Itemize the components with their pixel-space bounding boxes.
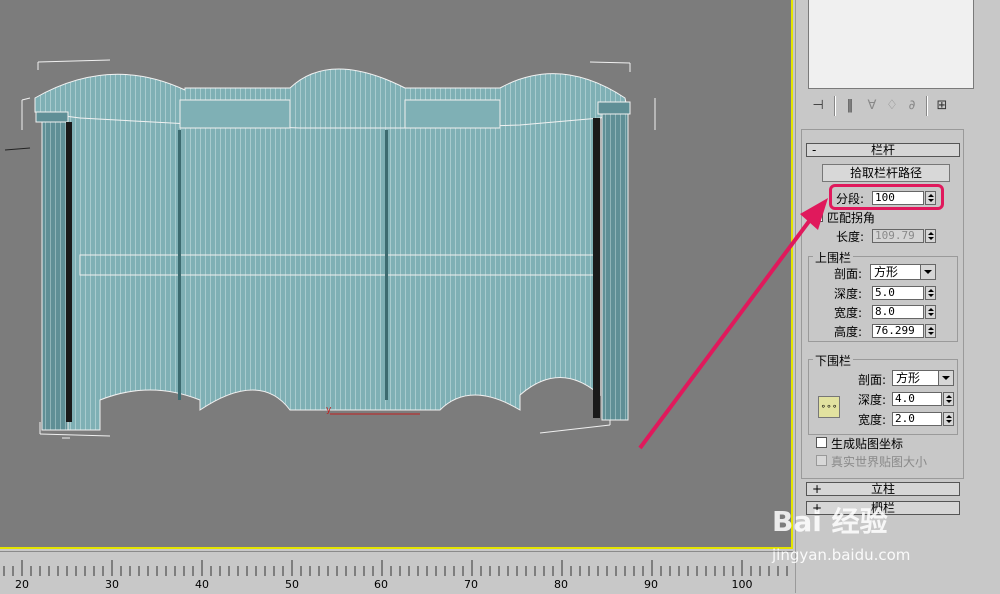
length-spinner-arrows[interactable] (925, 229, 936, 243)
chevron-down-icon (920, 265, 935, 279)
gen-mapping-label: 生成贴图坐标 (831, 437, 904, 451)
match-corners-checkbox[interactable] (812, 211, 823, 222)
segments-highlight-box (829, 184, 944, 210)
upper-width-input[interactable]: 8.0 (872, 305, 924, 319)
upper-depth-label: 深度: (834, 287, 863, 301)
match-corners-label: 匹配拐角 (827, 211, 876, 225)
time-ruler[interactable]: 20 30 40 50 60 70 80 90 100 (0, 551, 793, 594)
show-end-result-icon[interactable]: ‖ (842, 98, 858, 114)
lower-rail-title: 下围栏 (813, 352, 854, 369)
upper-height-label: 高度: (834, 325, 863, 339)
lower-width-input[interactable]: 2.0 (892, 412, 942, 426)
modifier-sets-icon[interactable]: ⊞ (934, 98, 950, 114)
upper-profile-label: 剖面: (834, 267, 863, 281)
posts-rollout-header[interactable]: + 立柱 (806, 482, 960, 496)
upper-depth-input[interactable]: 5.0 (872, 286, 924, 300)
configure-icon[interactable]: ∂ (904, 98, 920, 114)
axis-label: y (326, 405, 332, 415)
ruler-label: 40 (195, 578, 209, 591)
ruler-label: 20 (15, 578, 29, 591)
lower-rail-spacing-button[interactable]: ∘∘∘ (818, 396, 840, 418)
ruler-label: 60 (374, 578, 388, 591)
lower-depth-input[interactable]: 4.0 (892, 392, 942, 406)
ruler-label: 80 (554, 578, 568, 591)
lower-profile-value: 方形 (896, 371, 921, 385)
lower-width-label: 宽度: (858, 413, 887, 427)
pick-railing-path-button[interactable]: 拾取栏杆路径 (822, 164, 950, 182)
upper-width-arrows[interactable] (925, 305, 936, 319)
watermark-url: jingyan.baidu.com (772, 546, 911, 564)
chevron-down-icon (938, 371, 953, 385)
real-world-label: 真实世界贴图大小 (831, 455, 928, 469)
railing-mesh-render: y (4, 59, 656, 439)
ruler-label: 90 (644, 578, 658, 591)
perspective-viewport[interactable]: y (0, 0, 793, 549)
lower-depth-label: 深度: (858, 393, 887, 407)
upper-height-input[interactable]: 76.299 (872, 324, 924, 338)
make-unique-icon[interactable]: ∀ (864, 98, 880, 114)
spacing-tool-icon: ∘∘∘ (820, 402, 838, 412)
posts-rollout-title: 立柱 (870, 482, 895, 496)
lower-width-arrows[interactable] (943, 412, 954, 426)
ruler-label: 70 (464, 578, 478, 591)
lower-depth-arrows[interactable] (943, 392, 954, 406)
upper-depth-arrows[interactable] (925, 286, 936, 300)
stack-toolbar: ⊣ ‖ ∀ ♢ ∂ ⊞ (804, 96, 984, 118)
ruler-label: 100 (731, 578, 753, 591)
real-world-checkbox[interactable] (816, 455, 827, 466)
length-label: 长度: (836, 230, 865, 244)
lower-profile-dropdown[interactable]: 方形 (892, 370, 954, 386)
upper-height-arrows[interactable] (925, 324, 936, 338)
ruler-label: 30 (105, 578, 119, 591)
gen-mapping-checkbox[interactable] (816, 437, 827, 448)
baidu-watermark: Bai 经验 (772, 505, 888, 538)
pin-stack-icon[interactable]: ⊣ (810, 98, 826, 114)
upper-width-label: 宽度: (834, 306, 863, 320)
ruler-label: 50 (285, 578, 299, 591)
modifier-stack-list[interactable] (808, 0, 974, 89)
length-input[interactable]: 109.79 (872, 229, 924, 243)
remove-modifier-icon[interactable]: ♢ (884, 98, 900, 114)
upper-rail-title: 上围栏 (813, 249, 854, 266)
upper-profile-value: 方形 (874, 265, 899, 279)
upper-profile-dropdown[interactable]: 方形 (870, 264, 936, 280)
lower-profile-label: 剖面: (858, 373, 887, 387)
